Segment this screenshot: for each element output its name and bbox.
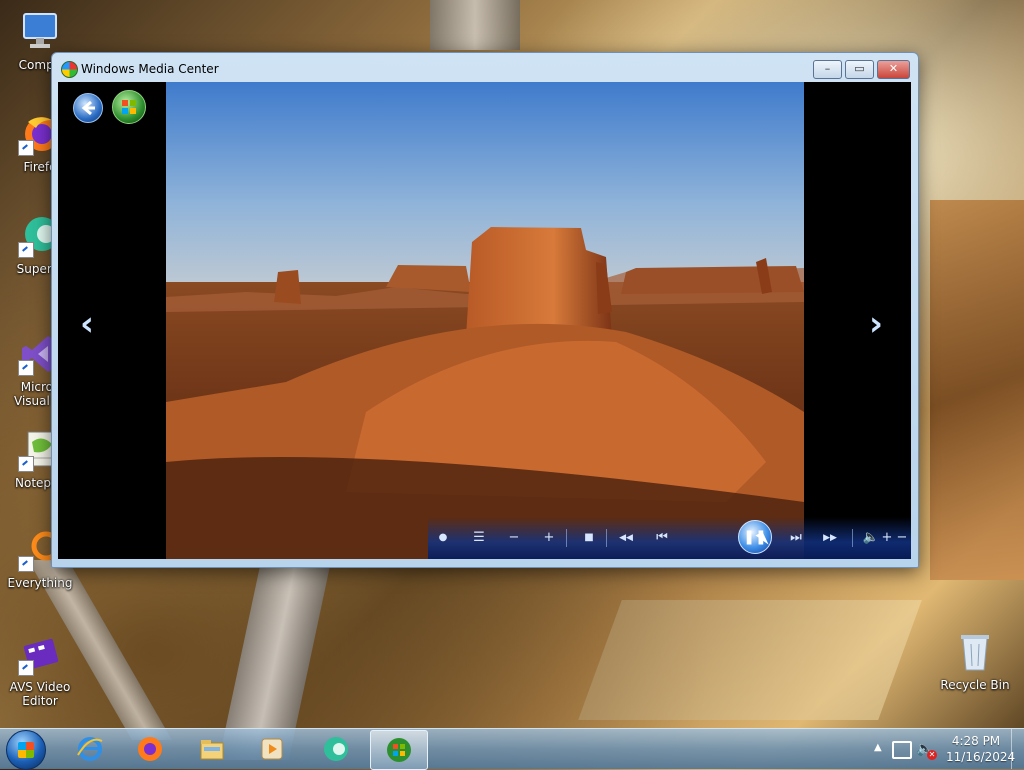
shortcut-arrow-icon [18,140,34,156]
file-explorer-icon [200,740,224,760]
restore-button[interactable]: ▭ [845,60,874,79]
previous-photo-button[interactable]: ‹ [80,307,94,341]
system-tray: ▲ 🔈 ✕ 4:28 PM 11/16/2024 [854,729,1024,769]
desktop-icon-label: Everything [7,576,73,590]
volume-up-button[interactable]: + [876,528,898,548]
back-button[interactable] [73,93,103,123]
window-title: Windows Media Center [81,62,219,76]
media-player-icon [261,738,283,760]
taskbar-windows-media-center[interactable] [370,730,428,770]
channel-up-button[interactable]: + [538,528,560,548]
firefox-icon [138,737,162,761]
taskbar-supermium[interactable] [308,730,364,768]
shortcut-arrow-icon [18,556,34,572]
skip-back-button[interactable]: ⏮ [651,528,673,548]
shortcut-arrow-icon [18,456,34,472]
minimize-button[interactable]: – [813,60,842,79]
avs-video-editor-icon [18,632,62,676]
clock-time: 4:28 PM [951,734,1001,748]
clock-date: 11/16/2024 [946,750,1016,764]
control-separator [566,529,567,547]
taskbar-firefox[interactable] [122,730,178,768]
shortcut-arrow-icon [18,360,34,376]
close-button[interactable]: ✕ [877,60,910,79]
supermium-icon [324,737,348,761]
media-center-start-button[interactable] [112,90,146,124]
back-arrow-icon [81,100,95,116]
title-bar[interactable]: Windows Media Center – ▭ ✕ [52,53,918,83]
control-separator [606,529,607,547]
windows-media-center-icon [61,61,78,78]
taskbar-internet-explorer[interactable] [62,730,118,768]
desktop-icon-label: AVS Video Editor [9,680,71,708]
volume-muted-icon[interactable]: 🔈 ✕ [916,740,937,760]
desktop-icon-recycle-bin[interactable]: Recycle Bin [937,630,1013,692]
internet-explorer-icon [77,737,103,761]
media-center-client[interactable]: ‹ › ● ☰ − + ■ ◀◀ ⏮ ❚❚ ⏭ ▶▶ 🔈 − + [58,82,911,559]
windows-media-center-icon [387,738,411,762]
playback-control-bar: ● ☰ − + ■ ◀◀ ⏮ ❚❚ ⏭ ▶▶ 🔈 − [428,517,911,559]
taskbar-file-explorer[interactable] [184,730,240,768]
channel-down-button[interactable]: − [503,528,525,548]
guide-button[interactable]: ☰ [468,528,490,548]
show-hidden-icons-button[interactable]: ▲ [874,742,882,753]
shortcut-arrow-icon [18,660,34,676]
taskbar-media-player[interactable] [244,730,300,768]
next-photo-button[interactable]: › [869,307,883,341]
media-center-start-icon [122,100,136,114]
control-separator [852,529,853,547]
desktop-icon-avs-video-editor[interactable]: AVS Video Editor [2,632,78,708]
show-desktop-button[interactable] [1011,729,1024,769]
skip-forward-button[interactable]: ⏭ [785,528,807,548]
clock[interactable]: 4:28 PM 11/16/2024 [946,733,1016,765]
start-button[interactable] [6,730,46,770]
network-icon[interactable] [892,741,912,759]
recycle-bin-icon [953,630,997,674]
stop-button[interactable]: ■ [578,528,600,548]
shortcut-arrow-icon [18,242,34,258]
taskbar: ▲ 🔈 ✕ 4:28 PM 11/16/2024 [0,728,1024,770]
computer-icon [18,10,62,54]
media-center-window[interactable]: Windows Media Center – ▭ ✕ ‹ › ● ☰ − + ■… [51,52,919,568]
fast-forward-button[interactable]: ▶▶ [816,528,844,548]
rewind-button[interactable]: ◀◀ [612,528,640,548]
pause-button[interactable]: ❚❚ [738,520,772,554]
record-button[interactable]: ● [432,528,454,548]
desktop-icon-label: Recycle Bin [940,678,1010,692]
desert-butte-photo [166,82,804,559]
